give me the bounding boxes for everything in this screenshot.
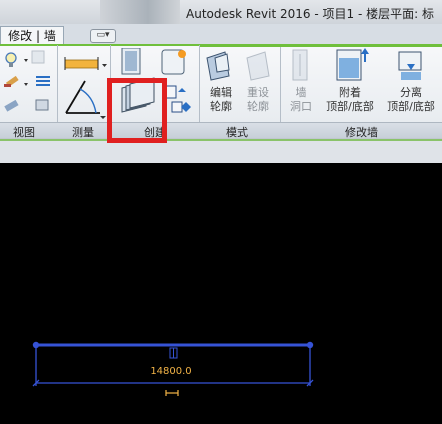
modify-wall-panel-icons[interactable] (283, 48, 441, 84)
create-similar-icon (121, 48, 141, 75)
paint-icon (4, 75, 19, 87)
highlight-frame (107, 78, 167, 143)
attach-label-1: 附着 (339, 86, 361, 99)
flip-control-icon (165, 390, 179, 396)
brush-icon (4, 99, 19, 112)
panel-label-bar: 视图 测量 创建 模式 修改墙 (0, 122, 442, 139)
quick-access-toolbar (100, 0, 180, 24)
attach-label-2: 顶部/底部 (326, 100, 374, 113)
wall-opening-label-1: 墙 (295, 86, 307, 99)
reset-profile-button[interactable]: 重设 轮廓 (241, 86, 275, 114)
detach-top-base-button[interactable]: 分离 顶部/底部 (381, 86, 441, 114)
reset-profile-label-2: 轮廓 (247, 100, 269, 113)
contextual-group-line (200, 45, 442, 47)
wall-opening-label-2: 洞口 (290, 100, 312, 113)
title-bar: Autodesk Revit 2016 - 项目1 - 楼层平面: 标 (0, 0, 442, 24)
create-group-icon (163, 85, 191, 113)
canvas-graphics[interactable] (0, 163, 442, 424)
reset-profile-label-1: 重设 (247, 86, 269, 99)
create-assembly-icon (161, 49, 186, 75)
cube-icon (31, 50, 45, 64)
wall-element[interactable] (32, 341, 314, 349)
wall-opening-icon (292, 49, 308, 81)
ribbon-tab-row: 修改 | 墙 ▭▾ (0, 24, 442, 46)
split-icon (35, 99, 49, 111)
dimension-value[interactable]: 14800.0 (145, 366, 197, 377)
edit-profile-button[interactable]: 编辑 轮廓 (204, 86, 238, 114)
wall-opening-button[interactable]: 墙 洞口 (284, 86, 318, 114)
detach-label-2: 顶部/底部 (387, 100, 435, 113)
dropdown-icon (24, 59, 28, 86)
options-bar (0, 138, 442, 164)
mode-panel-icons[interactable] (203, 48, 279, 82)
attach-top-base-icon (336, 48, 369, 81)
drag-handle-icon (169, 347, 178, 359)
bulb-icon (5, 52, 17, 67)
window-title: Autodesk Revit 2016 - 项目1 - 楼层平面: 标 (186, 7, 434, 21)
measure-ruler-icon (64, 57, 107, 70)
edit-profile-label-1: 编辑 (210, 86, 232, 99)
detach-top-base-icon (398, 51, 422, 80)
view-panel-icons[interactable] (2, 48, 56, 118)
detach-label-1: 分离 (400, 86, 422, 99)
measure-panel-icons[interactable] (60, 48, 110, 120)
attach-top-base-button[interactable]: 附着 顶部/底部 (320, 86, 380, 114)
angle-dimension-icon (65, 80, 106, 119)
panel-toggle-button[interactable]: ▭▾ (90, 29, 116, 43)
edit-profile-icon (206, 51, 230, 81)
tab-modify-wall[interactable]: 修改 | 墙 (0, 26, 64, 46)
edit-profile-label-2: 轮廓 (210, 100, 232, 113)
options-bar-accent (0, 139, 442, 141)
reset-profile-icon (246, 51, 270, 81)
lines-icon (36, 76, 50, 86)
